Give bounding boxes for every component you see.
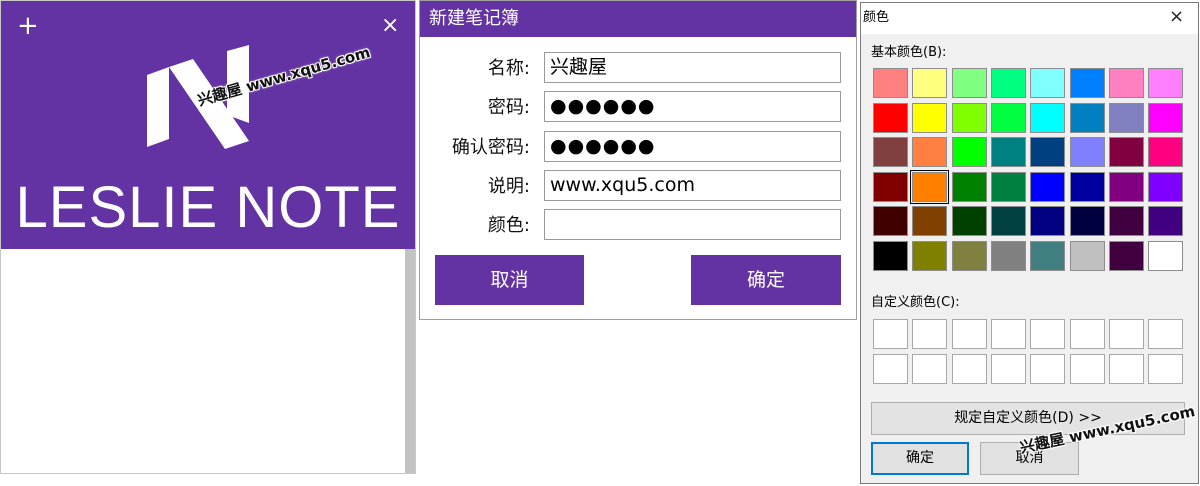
color-swatch[interactable] xyxy=(990,171,1026,202)
color-swatch[interactable] xyxy=(1069,137,1105,168)
color-swatch[interactable] xyxy=(1108,206,1144,237)
app-header: + × LESLIE NOTE xyxy=(1,1,415,249)
app-window: + × LESLIE NOTE xyxy=(0,0,416,474)
name-input[interactable]: 兴趣屋 xyxy=(544,52,841,83)
color-swatch[interactable] xyxy=(873,241,908,271)
color-swatch[interactable] xyxy=(990,206,1026,237)
color-swatch[interactable] xyxy=(912,241,948,271)
custom-color-swatch[interactable] xyxy=(912,319,948,349)
ok-button[interactable]: 确定 xyxy=(691,255,841,305)
new-notebook-dialog: 新建笔记簿 名称: 兴趣屋 密码: ●●●●●● 确认密码: ●●●●●● 说明… xyxy=(419,0,857,320)
custom-color-swatch[interactable] xyxy=(873,354,908,384)
color-swatch[interactable] xyxy=(873,171,908,202)
custom-color-swatch[interactable] xyxy=(1148,319,1184,349)
color-dialog-title: 颜色 xyxy=(863,10,890,25)
color-swatch[interactable] xyxy=(951,206,987,237)
color-swatch[interactable] xyxy=(912,137,948,168)
color-swatch[interactable] xyxy=(1108,171,1144,202)
color-swatch[interactable] xyxy=(873,102,908,133)
color-swatch[interactable] xyxy=(1148,68,1184,98)
custom-color-swatch[interactable] xyxy=(873,319,908,349)
color-swatch[interactable] xyxy=(1108,137,1144,168)
color-swatch[interactable] xyxy=(951,68,987,98)
color-swatch[interactable] xyxy=(1108,102,1144,133)
color-swatch[interactable] xyxy=(1030,241,1066,271)
color-swatch[interactable] xyxy=(1108,68,1144,98)
color-swatch[interactable] xyxy=(1030,102,1066,133)
color-swatch[interactable] xyxy=(951,102,987,133)
color-swatch[interactable] xyxy=(912,206,948,237)
custom-color-swatch[interactable] xyxy=(951,354,987,384)
color-swatch[interactable] xyxy=(1069,206,1105,237)
app-title: LESLIE NOTE xyxy=(15,175,401,240)
color-swatch[interactable] xyxy=(990,241,1026,271)
scrollbar[interactable] xyxy=(405,249,415,473)
confirm-password-label: 确认密码: xyxy=(451,137,530,158)
color-swatch[interactable] xyxy=(912,68,948,98)
color-swatch[interactable] xyxy=(873,137,908,168)
color-swatch[interactable] xyxy=(1069,68,1105,98)
confirm-password-input[interactable]: ●●●●●● xyxy=(544,131,841,162)
color-swatch[interactable] xyxy=(1148,137,1184,168)
basic-colors-label: 基本颜色(B): xyxy=(871,45,947,60)
color-dialog-titlebar: 颜色 × xyxy=(861,3,1198,34)
custom-color-swatch[interactable] xyxy=(990,319,1026,349)
color-swatch[interactable] xyxy=(990,102,1026,133)
custom-color-swatch[interactable] xyxy=(1030,319,1066,349)
color-label: 颜色: xyxy=(487,215,530,236)
color-swatch[interactable] xyxy=(1069,102,1105,133)
color-swatch[interactable] xyxy=(1148,241,1184,271)
dialog-titlebar: 新建笔记簿 xyxy=(420,1,856,37)
color-swatch[interactable] xyxy=(1148,171,1184,202)
color-swatch[interactable] xyxy=(1108,241,1144,271)
password-input[interactable]: ●●●●●● xyxy=(544,91,841,122)
color-swatch[interactable] xyxy=(990,68,1026,98)
custom-color-swatch[interactable] xyxy=(1108,354,1144,384)
close-icon[interactable]: × xyxy=(1169,7,1184,27)
color-swatch[interactable] xyxy=(1148,102,1184,133)
description-label: 说明: xyxy=(487,176,530,197)
custom-color-swatch[interactable] xyxy=(1148,354,1184,384)
color-swatch[interactable] xyxy=(951,241,987,271)
description-input[interactable]: www.xqu5.com xyxy=(544,170,841,201)
color-swatch[interactable] xyxy=(1069,241,1105,271)
color-swatch[interactable] xyxy=(1069,171,1105,202)
custom-color-swatch[interactable] xyxy=(990,354,1026,384)
custom-color-swatch[interactable] xyxy=(912,354,948,384)
custom-color-swatch[interactable] xyxy=(1030,354,1066,384)
close-icon[interactable]: × xyxy=(381,15,399,37)
dialog-title: 新建笔记簿 xyxy=(429,8,519,29)
custom-color-swatch[interactable] xyxy=(1069,354,1105,384)
color-swatch[interactable] xyxy=(873,68,908,98)
color-swatch[interactable] xyxy=(951,137,987,168)
password-label: 密码: xyxy=(487,97,530,118)
ok-button[interactable]: 确定 xyxy=(871,442,969,475)
add-icon[interactable]: + xyxy=(17,13,39,39)
color-swatch[interactable] xyxy=(1030,171,1066,202)
custom-color-swatch[interactable] xyxy=(951,319,987,349)
custom-color-swatch[interactable] xyxy=(1069,319,1105,349)
custom-color-swatch[interactable] xyxy=(1108,319,1144,349)
color-swatch[interactable] xyxy=(951,171,987,202)
color-swatch[interactable] xyxy=(1030,137,1066,168)
color-swatch[interactable] xyxy=(1148,206,1184,237)
cancel-button[interactable]: 取消 xyxy=(435,255,584,305)
custom-colors-label: 自定义颜色(C): xyxy=(871,295,960,310)
color-swatch[interactable] xyxy=(910,169,950,204)
color-swatch[interactable] xyxy=(990,137,1026,168)
color-swatch[interactable] xyxy=(873,206,908,237)
color-swatch[interactable] xyxy=(1030,68,1066,98)
color-input[interactable] xyxy=(544,209,841,240)
name-label: 名称: xyxy=(487,58,530,79)
color-swatch[interactable] xyxy=(1030,206,1066,237)
color-swatch[interactable] xyxy=(912,102,948,133)
